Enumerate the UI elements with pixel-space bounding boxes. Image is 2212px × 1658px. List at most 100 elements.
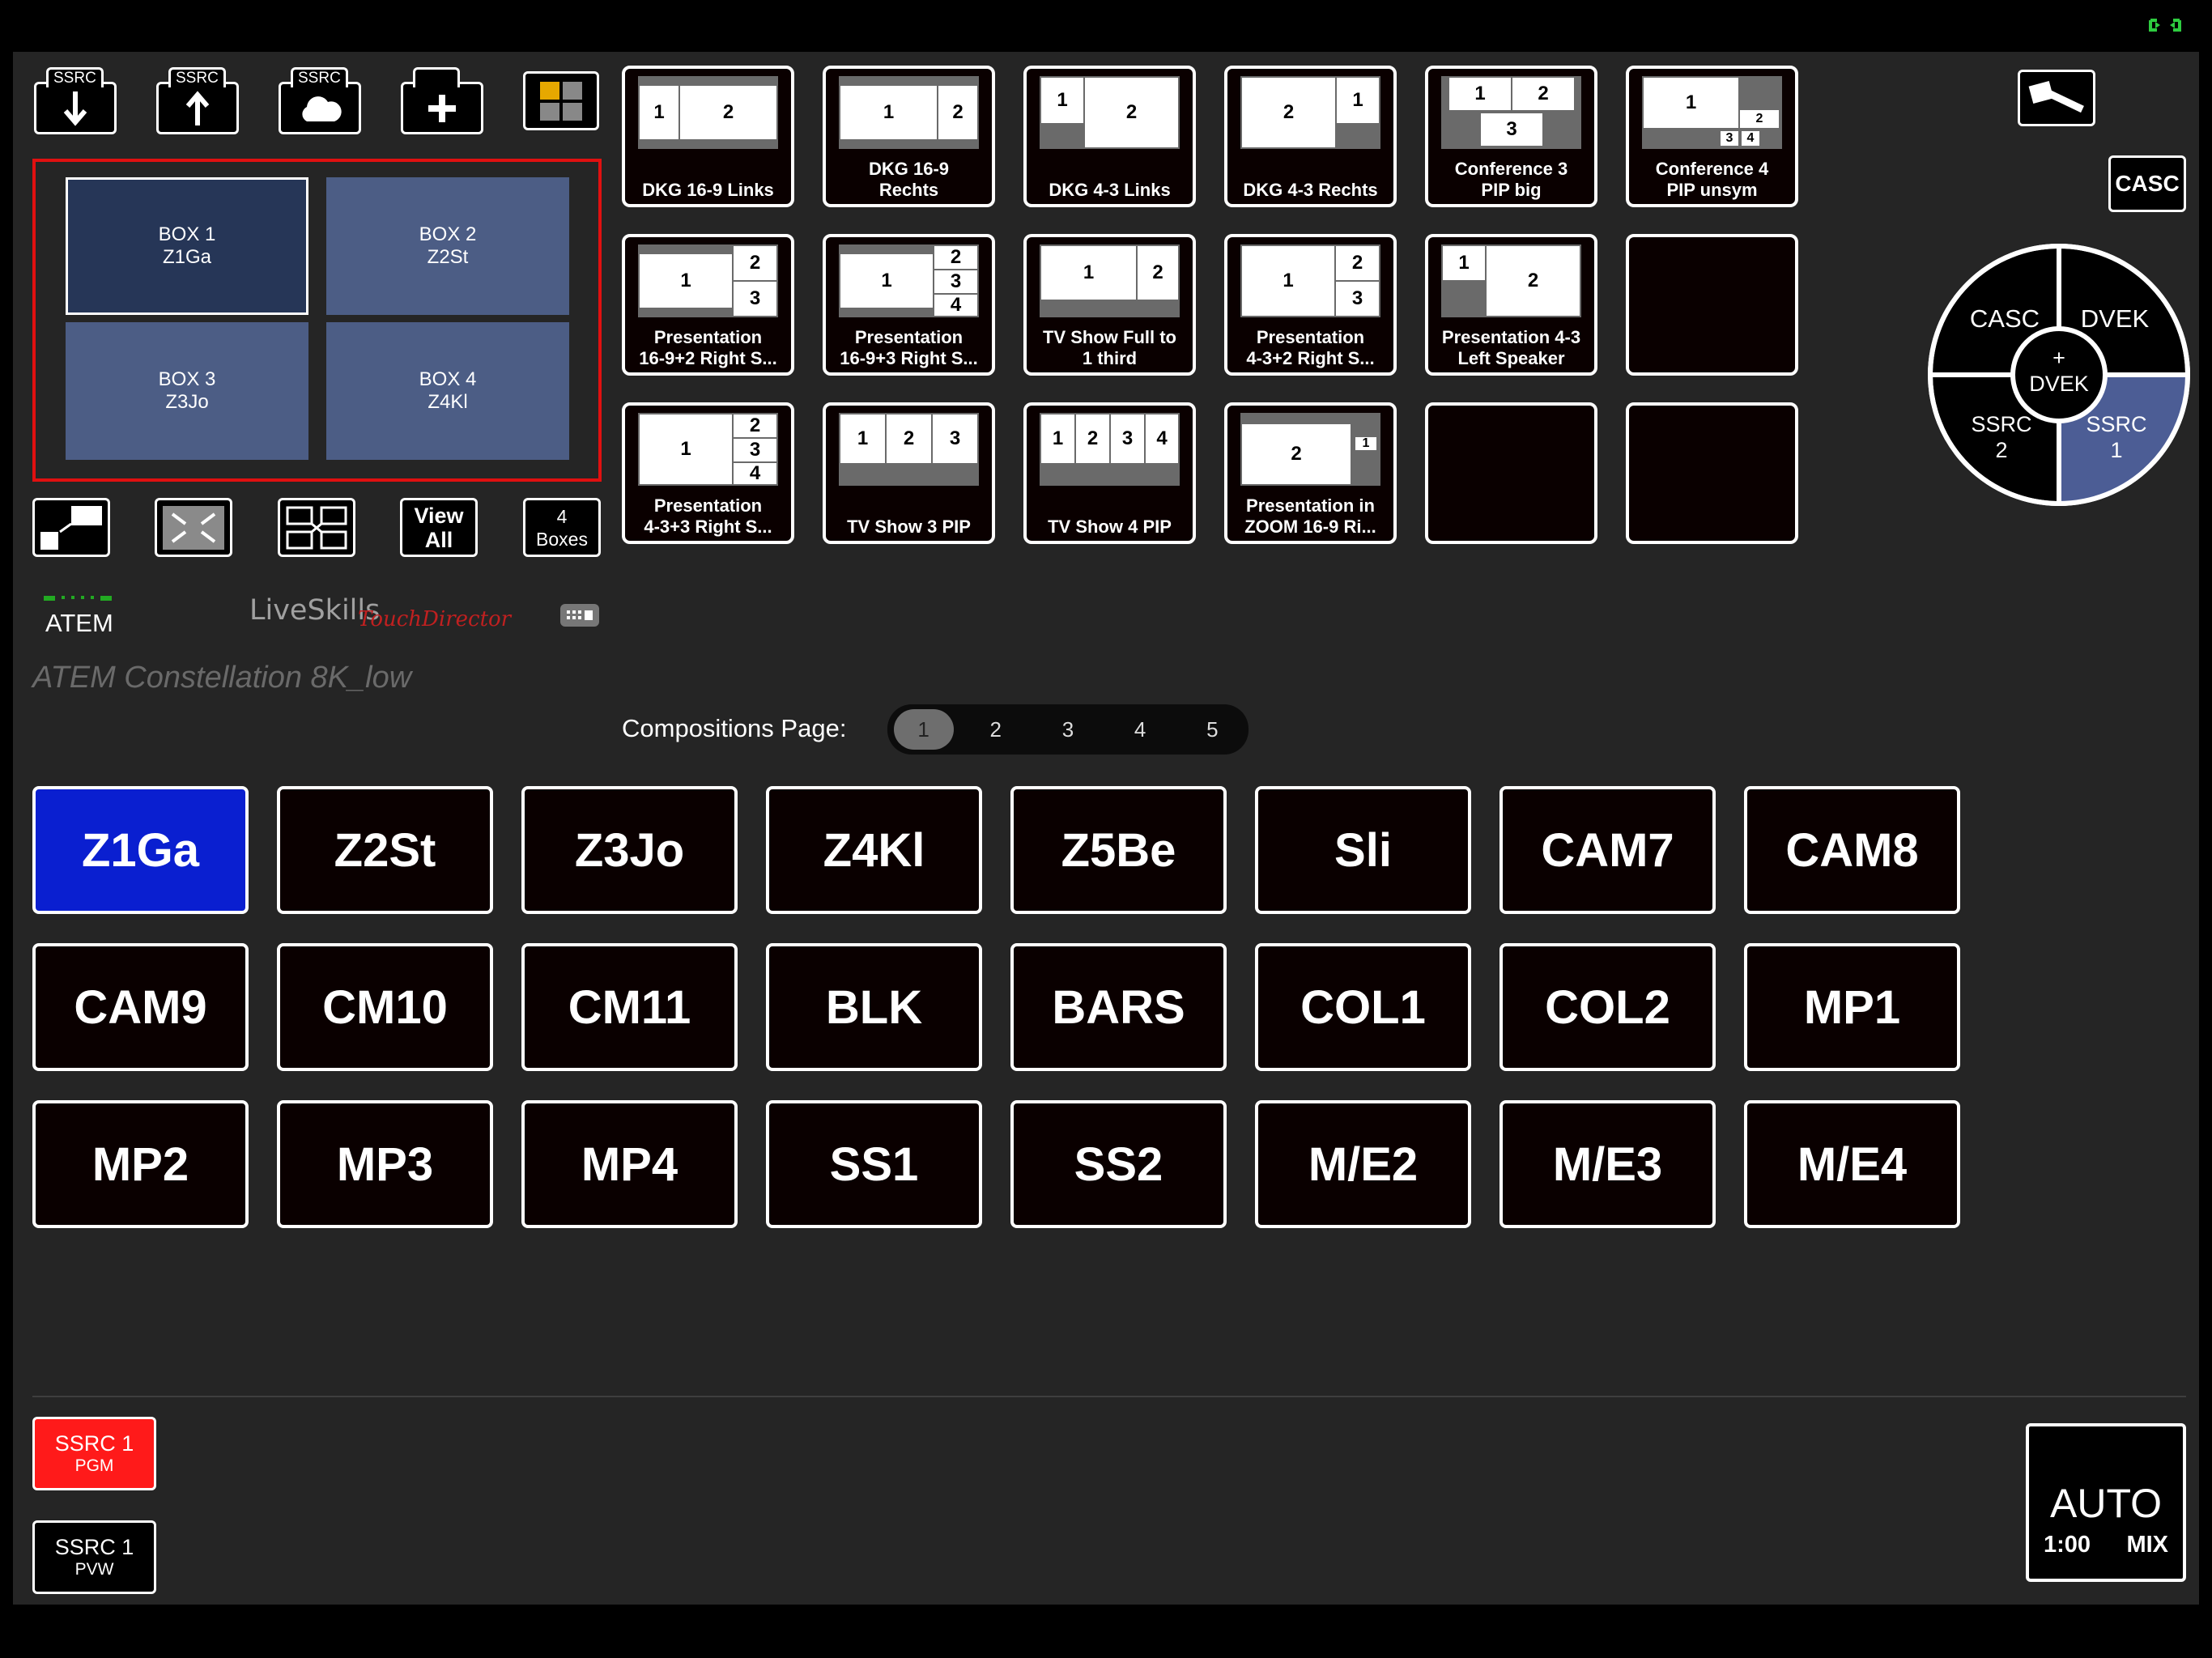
composition-label: DKG 16-9 Links <box>642 180 774 200</box>
composition-empty-slot[interactable] <box>1425 402 1597 544</box>
thumb-cell: 3 <box>1109 413 1146 465</box>
source-button-z3jo[interactable]: Z3Jo <box>521 786 738 914</box>
wheel-dvek[interactable]: DVEK <box>2074 304 2155 334</box>
layout-grid-button[interactable] <box>523 71 599 130</box>
source-button-col2[interactable]: COL2 <box>1499 943 1716 1071</box>
box-source: Z3Jo <box>165 391 209 413</box>
hammer-icon <box>2028 81 2084 113</box>
source-button-ss2[interactable]: SS2 <box>1010 1100 1227 1228</box>
ssrc-tab-label: SSRC <box>168 67 226 87</box>
thumb-cell: 1 <box>638 413 734 486</box>
page-4-button[interactable]: 4 <box>1110 709 1170 750</box>
swap-size-button[interactable] <box>32 498 110 557</box>
composition-presentation-16-9-2[interactable]: 1 2 3 Presentation 16-9+2 Right S... <box>622 234 794 376</box>
page-3-button[interactable]: 3 <box>1038 709 1098 750</box>
source-button-cm11[interactable]: CM11 <box>521 943 738 1071</box>
composition-presentation-4-3-3[interactable]: 1 2 3 4 Presentation 4-3+3 Right S... <box>622 402 794 544</box>
composition-thumbnail: 1 2 3 <box>1240 244 1380 317</box>
source-button-z1ga[interactable]: Z1Ga <box>32 786 249 914</box>
composition-presentation-4-3-left-speaker[interactable]: 1 2 Presentation 4-3 Left Speaker <box>1425 234 1597 376</box>
composition-conference-4[interactable]: 1 2 3 4 Conference 4 PIP unsym <box>1626 66 1798 207</box>
boxes-count: 4 <box>556 505 568 527</box>
ssrc-cloud-button[interactable]: SSRC <box>279 67 361 134</box>
thumb-cell: 1 <box>839 253 934 309</box>
ssrc-download-button[interactable]: SSRC <box>34 67 117 134</box>
box-4[interactable]: BOX 4 Z4Kl <box>326 322 569 460</box>
auto-transition-button[interactable]: AUTO 1:00 MIX <box>2026 1423 2186 1582</box>
wheel-ssrc2-line1: SSRC <box>1971 412 2032 436</box>
composition-dkg-16-9-links[interactable]: 1 2 DKG 16-9 Links <box>622 66 794 207</box>
source-button-me3[interactable]: M/E3 <box>1499 1100 1716 1228</box>
source-button-z4kl[interactable]: Z4Kl <box>766 786 982 914</box>
source-button-cam8[interactable]: CAM8 <box>1744 786 1960 914</box>
casc-button[interactable]: CASC <box>2108 155 2186 212</box>
source-button-z2st[interactable]: Z2St <box>277 786 493 914</box>
composition-label: Presentation 16-9+2 Right S... <box>639 327 777 368</box>
source-button-cam9[interactable]: CAM9 <box>32 943 249 1071</box>
keypad-icon[interactable] <box>560 604 599 627</box>
source-button-bars[interactable]: BARS <box>1010 943 1227 1071</box>
thumb-cell: 2 <box>732 413 778 439</box>
thumb-cell: 3 <box>933 269 979 295</box>
grid-icon <box>540 81 582 121</box>
composition-dkg-4-3-rechts[interactable]: 2 1 DKG 4-3 Rechts <box>1224 66 1397 207</box>
wheel-center-dvek[interactable]: + DVEK <box>2018 345 2099 397</box>
composition-presentation-4-3-2[interactable]: 1 2 3 Presentation 4-3+2 Right S... <box>1224 234 1397 376</box>
thumb-cell: 1 <box>1441 244 1487 282</box>
connection-status-icon <box>2147 18 2183 32</box>
composition-label: Presentation in ZOOM 16-9 Ri... <box>1244 495 1376 537</box>
composition-dkg-4-3-links[interactable]: 1 2 DKG 4-3 Links <box>1023 66 1196 207</box>
box-name: BOX 2 <box>419 223 477 245</box>
source-button-mp1[interactable]: MP1 <box>1744 943 1960 1071</box>
thumb-cell: 2 <box>732 244 778 282</box>
source-button-mp4[interactable]: MP4 <box>521 1100 738 1228</box>
page-1-button[interactable]: 1 <box>893 709 954 750</box>
composition-label: TV Show 4 PIP <box>1048 517 1172 537</box>
source-button-sli[interactable]: Sli <box>1255 786 1471 914</box>
hammer-button[interactable] <box>2018 70 2095 126</box>
box-3[interactable]: BOX 3 Z3Jo <box>66 322 308 460</box>
thumb-cell: 1 <box>839 413 887 465</box>
source-button-mp2[interactable]: MP2 <box>32 1100 249 1228</box>
pgm-bus-button[interactable]: SSRC 1 PGM <box>32 1417 156 1490</box>
source-button-col1[interactable]: COL1 <box>1255 943 1471 1071</box>
wheel-casc[interactable]: CASC <box>1964 304 2045 334</box>
page-5-button[interactable]: 5 <box>1182 709 1242 750</box>
box-1[interactable]: BOX 1 Z1Ga <box>66 177 308 315</box>
composition-thumbnail: 2 1 <box>1240 76 1380 149</box>
source-button-z5be[interactable]: Z5Be <box>1010 786 1227 914</box>
box-2[interactable]: BOX 2 Z2St <box>326 177 569 315</box>
source-button-me2[interactable]: M/E2 <box>1255 1100 1471 1228</box>
source-button-blk[interactable]: BLK <box>766 943 982 1071</box>
source-button-mp3[interactable]: MP3 <box>277 1100 493 1228</box>
composition-empty-slot[interactable] <box>1626 402 1798 544</box>
view-all-line1: View <box>414 503 464 528</box>
boxes-count-button[interactable]: 4 Boxes <box>523 498 601 557</box>
page-2-button[interactable]: 2 <box>966 709 1026 750</box>
view-all-button[interactable]: View All <box>400 498 478 557</box>
composition-dkg-16-9-rechts[interactable]: 1 2 DKG 16-9 Rechts <box>823 66 995 207</box>
expand-boxes-button[interactable] <box>278 498 355 557</box>
source-button-cm10[interactable]: CM10 <box>277 943 493 1071</box>
ssrc-upload-button[interactable]: SSRC <box>156 67 239 134</box>
wheel-ssrc2[interactable]: SSRC 2 <box>1961 411 2042 463</box>
source-button-me4[interactable]: M/E4 <box>1744 1100 1960 1228</box>
new-folder-button[interactable] <box>401 67 483 134</box>
composition-thumbnail: 1 2 3 <box>638 244 778 317</box>
thumb-cell: 3 <box>732 280 778 317</box>
fit-boxes-button[interactable] <box>155 498 232 557</box>
pvw-bus-button[interactable]: SSRC 1 PVW <box>32 1520 156 1594</box>
composition-tv-show-full[interactable]: 1 2 TV Show Full to 1 third <box>1023 234 1196 376</box>
view-all-line2: All <box>424 527 453 552</box>
composition-tv-show-3-pip[interactable]: 1 2 3 TV Show 3 PIP <box>823 402 995 544</box>
composition-label: Presentation 4-3+3 Right S... <box>644 495 772 537</box>
composition-conference-3[interactable]: 1 2 3 Conference 3 PIP big <box>1425 66 1597 207</box>
composition-presentation-zoom[interactable]: 2 1 Presentation in ZOOM 16-9 Ri... <box>1224 402 1397 544</box>
composition-empty-slot[interactable] <box>1626 234 1798 376</box>
wheel-ssrc1[interactable]: SSRC 1 <box>2076 411 2157 463</box>
composition-presentation-16-9-3[interactable]: 1 2 3 4 Presentation 16-9+3 Right S... <box>823 234 995 376</box>
source-button-cam7[interactable]: CAM7 <box>1499 786 1716 914</box>
source-button-ss1[interactable]: SS1 <box>766 1100 982 1228</box>
wheel-ssrc2-line2: 2 <box>1995 438 2008 462</box>
composition-tv-show-4-pip[interactable]: 1 2 3 4 TV Show 4 PIP <box>1023 402 1196 544</box>
